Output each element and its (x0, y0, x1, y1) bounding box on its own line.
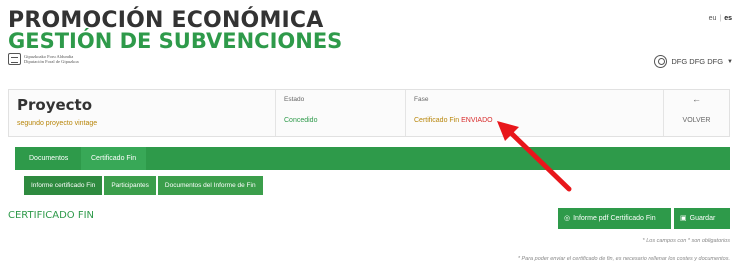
section-title: CERTIFICADO FIN (8, 210, 95, 221)
fase-label: Fase (414, 96, 429, 103)
coat-of-arms-icon (8, 53, 21, 65)
project-summary-panel: Proyecto segundo proyecto vintage Estado… (8, 89, 730, 137)
subtab-informe-certificado[interactable]: Informe certificado Fin (24, 176, 103, 195)
fase-name: Certificado Fin (414, 117, 460, 124)
pdf-report-button[interactable]: ◎ Informe pdf Certificado Fin (558, 208, 671, 229)
org-logo-block[interactable]: Gipuzkoako Foru Aldundia Diputación Fora… (8, 53, 79, 65)
project-title: Proyecto (17, 96, 93, 114)
subtab-participantes[interactable]: Participantes (104, 176, 156, 195)
tab-documentos[interactable]: Documentos (19, 147, 78, 170)
app-header: PROMOCIÓN ECONÓMICA GESTIÓN DE SUBVENCIO… (0, 0, 745, 82)
back-button[interactable]: ← VOLVER (663, 90, 729, 136)
save-icon: ▣ (680, 215, 687, 222)
back-label: VOLVER (682, 117, 711, 124)
lang-eu-link[interactable]: eu (709, 15, 717, 22)
app-title-line2: GESTIÓN DE SUBVENCIONES (8, 29, 343, 53)
sub-tabs: Informe certificado Fin Participantes Do… (24, 176, 263, 195)
user-menu[interactable]: DFG DFG DFG ▼ (654, 55, 733, 68)
fase-status: ENVIADO (461, 117, 493, 124)
pdf-icon: ◎ (564, 215, 571, 222)
arrow-left-icon: ← (692, 94, 701, 104)
user-circle-icon (654, 55, 668, 68)
subtab-documentos-informe[interactable]: Documentos del Informe de Fin (157, 176, 263, 195)
estado-label: Estado (284, 96, 305, 103)
pdf-button-label: Informe pdf Certificado Fin (573, 215, 656, 222)
fase-value: Certificado Fin ENVIADO (414, 117, 493, 124)
user-name: DFG DFG DFG (671, 57, 724, 66)
save-button[interactable]: ▣ Guardar (674, 208, 730, 229)
org-name-es: Diputación Foral de Gipuzkoa (24, 59, 79, 64)
project-name: segundo proyecto vintage (17, 120, 98, 127)
required-fields-note: * Los campos con * son obligatorios (642, 238, 730, 244)
caret-down-icon: ▼ (727, 58, 733, 65)
submission-info-note: * Para poder enviar el certificado de fi… (517, 256, 730, 262)
tab-certificado-fin[interactable]: Certificado Fin (81, 147, 147, 170)
language-switcher: eu | es (708, 15, 732, 22)
estado-value: Concedido (284, 117, 318, 124)
lang-es-link[interactable]: es (724, 15, 732, 22)
save-button-label: Guardar (689, 215, 716, 222)
main-tabs: Documentos Certificado Fin (15, 147, 730, 170)
